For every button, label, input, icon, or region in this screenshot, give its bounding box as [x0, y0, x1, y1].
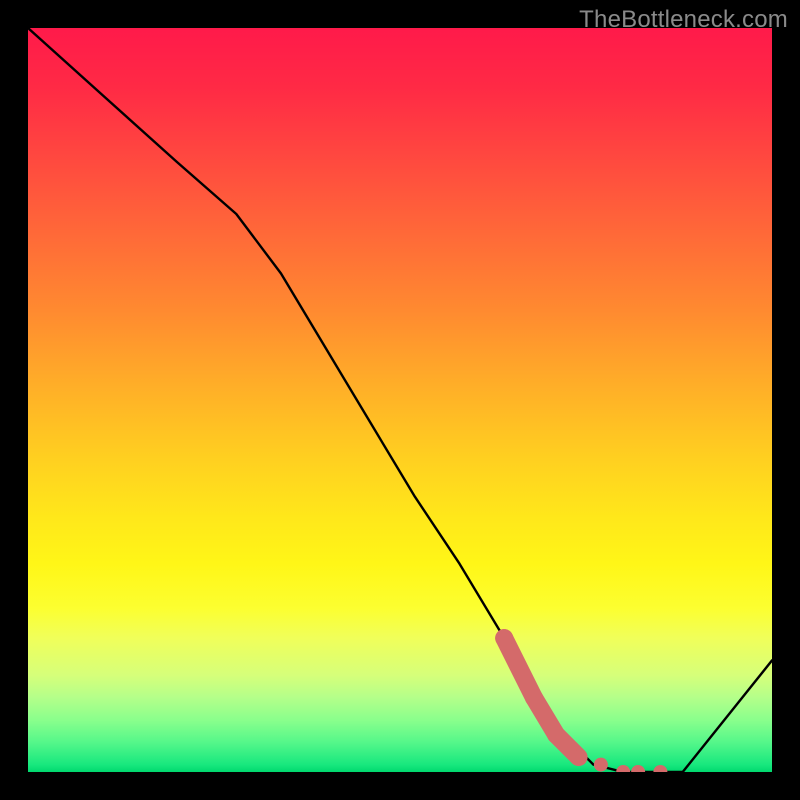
- marker-dot: [631, 765, 645, 772]
- chart-frame: TheBottleneck.com: [0, 0, 800, 800]
- marker-dot: [495, 629, 513, 647]
- plot-area: [28, 28, 772, 772]
- marker-dot: [653, 765, 667, 772]
- optimal-zone-markers: [495, 629, 667, 772]
- marker-dot: [572, 750, 586, 764]
- bottleneck-curve: [28, 28, 772, 772]
- marker-dot: [525, 689, 543, 707]
- chart-svg: [28, 28, 772, 772]
- marker-dot: [547, 726, 565, 744]
- marker-dot: [594, 758, 608, 772]
- marker-dot: [616, 765, 630, 772]
